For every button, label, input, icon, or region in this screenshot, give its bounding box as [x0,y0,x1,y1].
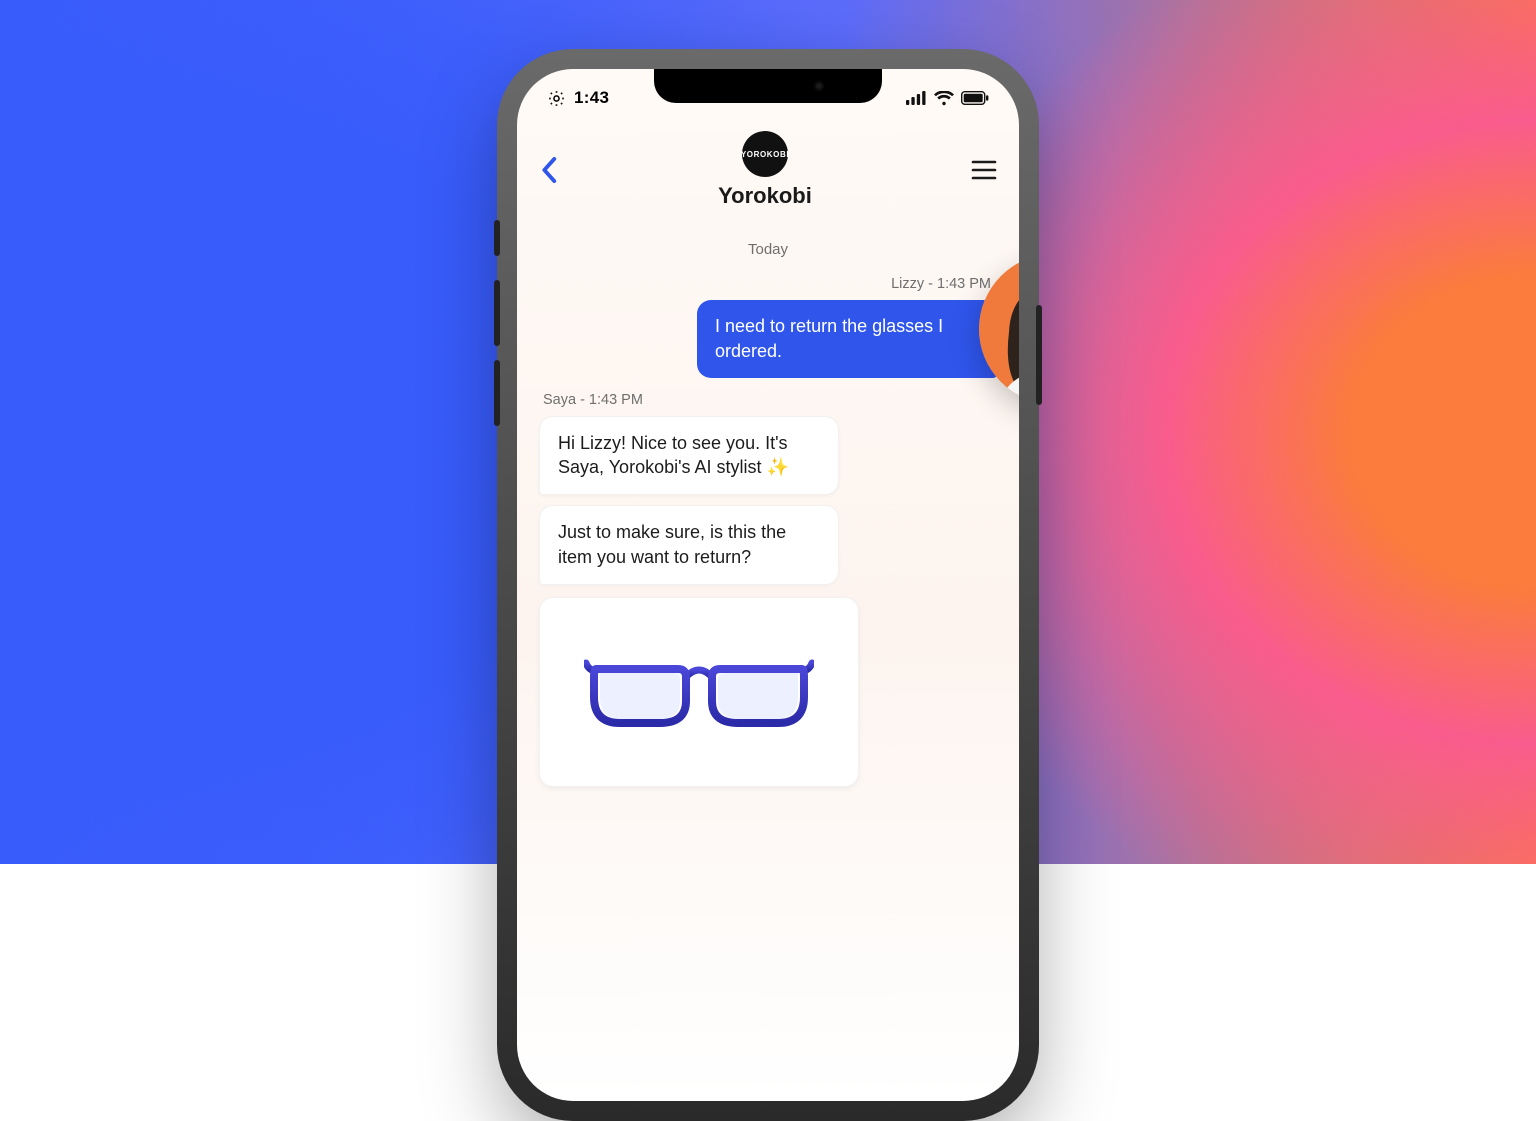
phone-volume-up [494,280,500,346]
cellular-signal-icon [906,91,927,105]
nav-header: YOROKOBI Yorokobi [517,117,1019,225]
brand-header: YOROKOBI Yorokobi [718,131,812,209]
battery-icon [961,91,989,105]
agent-message-meta: Saya - 1:43 PM [543,392,997,408]
date-divider: Today [539,241,997,258]
phone-mute-switch [494,220,500,256]
wifi-icon [934,91,954,106]
menu-button[interactable] [971,159,997,181]
status-time: 1:43 [574,88,609,108]
product-card-glasses[interactable] [539,597,859,787]
agent-message-bubble[interactable]: Hi Lizzy! Nice to see you. It's Saya, Yo… [539,416,839,496]
phone-screen: 1:43 YOROKOBI Yorokobi [517,69,1019,1101]
brand-name: Yorokobi [718,183,812,209]
user-message-meta: Lizzy - 1:43 PM [539,276,991,292]
user-message-bubble[interactable]: I need to return the glasses I ordered. [697,300,997,378]
phone-volume-down [494,360,500,426]
glasses-icon [584,647,814,737]
gear-icon [547,89,566,108]
phone-frame: 1:43 YOROKOBI Yorokobi [503,55,1033,1115]
agent-message-bubble[interactable]: Just to make sure, is this the item you … [539,505,839,585]
chat-thread: Today Lizzy - 1:43 PM I need to return t… [517,225,1019,787]
brand-logo-text: YOROKOBI [741,150,789,159]
back-button[interactable] [539,156,559,184]
brand-logo: YOROKOBI [742,131,788,177]
phone-power-button [1036,305,1042,405]
phone-notch [654,69,882,103]
